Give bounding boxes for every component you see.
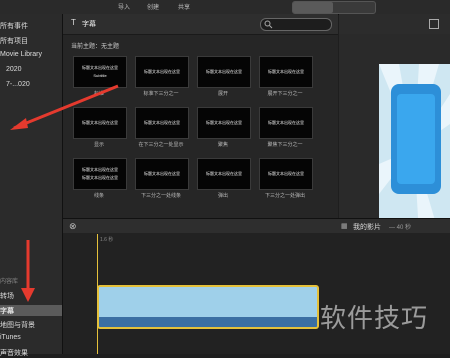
arrow-to-standard-tile (13, 84, 119, 130)
arrow-head-icon (10, 118, 28, 130)
watermark: 软件技巧 (320, 303, 429, 333)
arrow-head-icon (21, 288, 35, 302)
